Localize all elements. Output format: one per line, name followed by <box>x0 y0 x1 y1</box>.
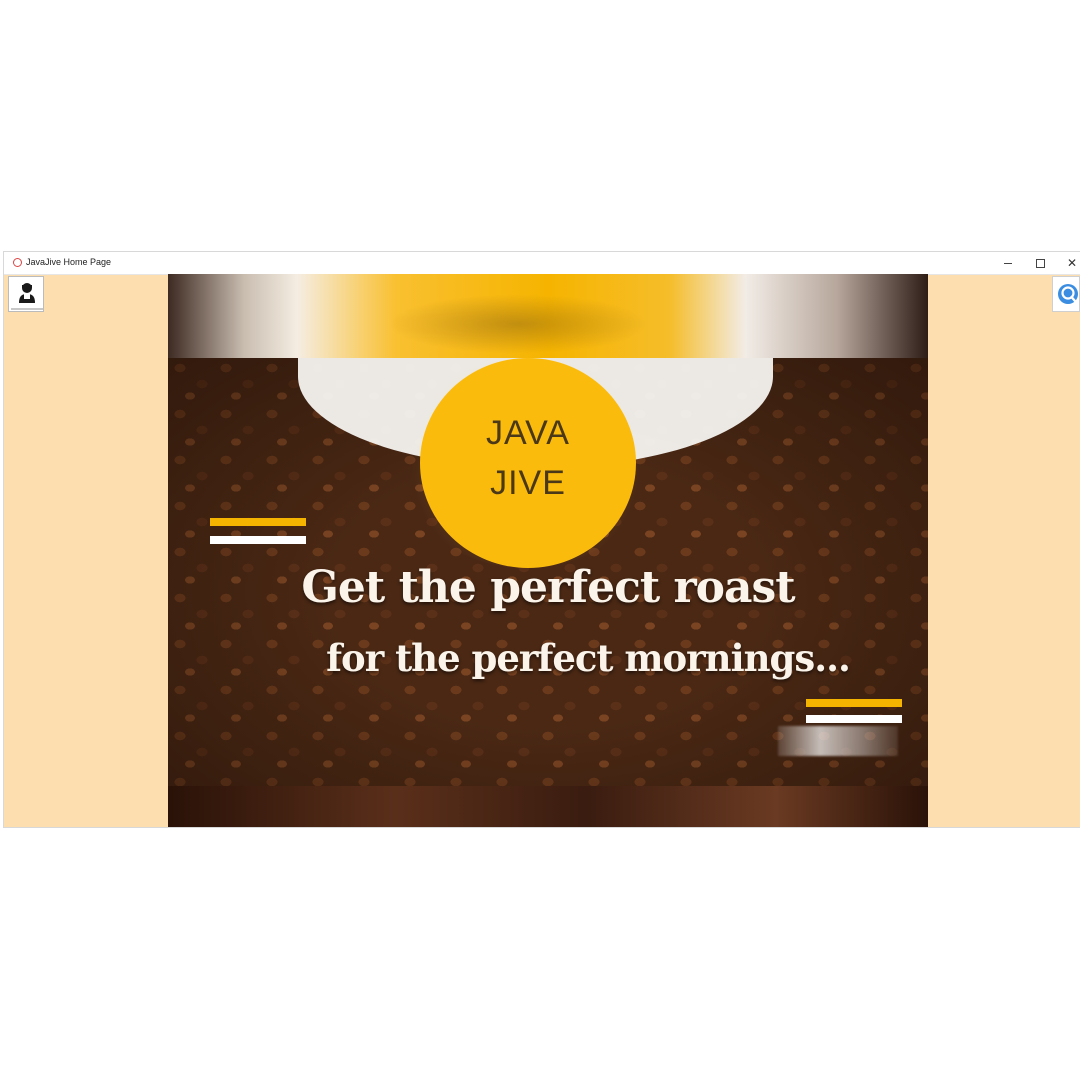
maximize-button[interactable] <box>1024 252 1056 274</box>
tagline-line1: Get the perfect roast <box>301 562 795 613</box>
brand-logo-line1: JAVA <box>486 414 570 452</box>
app-icon <box>13 258 22 267</box>
hero-bottom-image <box>168 786 928 827</box>
close-button[interactable]: ✕ <box>1056 252 1080 274</box>
minimize-icon <box>1004 262 1012 264</box>
hero-banner: JAVA JIVE Get the perfect roast for the … <box>168 274 928 827</box>
search-icon <box>1058 284 1078 304</box>
tagline-line2: for the perfect mornings... <box>326 636 851 680</box>
accent-bar-white-bottom <box>806 715 902 723</box>
app-window: JavaJive Home Page ✕ JAVA JIVE Get the p… <box>4 252 1080 827</box>
maximize-icon <box>1035 258 1045 268</box>
blurred-watermark <box>778 726 898 756</box>
profile-button[interactable] <box>8 276 44 312</box>
brand-logo-line2: JIVE <box>490 464 566 502</box>
title-bar[interactable]: JavaJive Home Page ✕ <box>4 252 1080 275</box>
window-title: JavaJive Home Page <box>26 257 112 267</box>
accent-bar-yellow-bottom <box>806 699 902 707</box>
accent-bar-white-top <box>210 536 306 544</box>
minimize-button[interactable] <box>992 252 1024 274</box>
hero-top-shade <box>388 294 648 354</box>
accent-bar-yellow-top <box>210 518 306 526</box>
close-icon: ✕ <box>1066 256 1078 270</box>
search-button[interactable] <box>1052 276 1080 312</box>
profile-caption <box>11 308 43 310</box>
user-icon <box>19 283 35 303</box>
brand-logo-circle <box>420 358 636 568</box>
